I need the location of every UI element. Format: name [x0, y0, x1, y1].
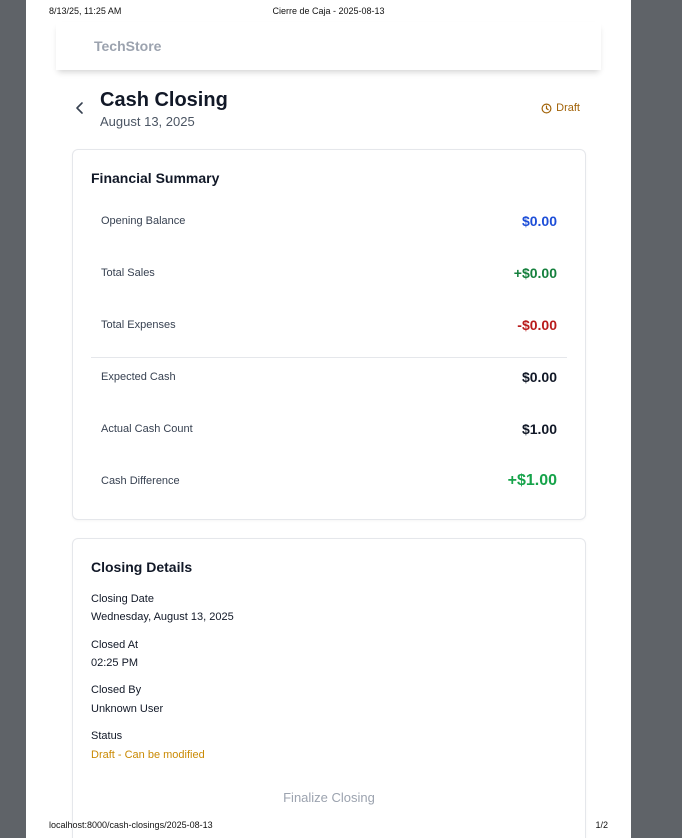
summary-row-label: Total Sales — [101, 267, 155, 279]
print-url: localhost:8000/cash-closings/2025-08-13 — [49, 820, 213, 830]
status-value: Draft - Can be modified — [91, 749, 205, 761]
navbar: TechStore — [56, 22, 601, 70]
page-subtitle-date: August 13, 2025 — [100, 114, 195, 129]
financial-summary-title: Financial Summary — [91, 170, 220, 186]
closing-date-value: Wednesday, August 13, 2025 — [91, 611, 234, 623]
closed-at-value: 02:25 PM — [91, 657, 139, 669]
page-header: Cash Closing August 13, 2025 Draft — [72, 88, 580, 132]
financial-summary-card: Financial Summary Opening Balance $0.00 … — [72, 149, 586, 520]
summary-row-cash-difference: Cash Difference +$1.00 — [93, 455, 565, 507]
status-label: Status — [91, 730, 123, 742]
print-header: 8/13/25, 11:25 AM Cierre de Caja - 2025-… — [49, 6, 608, 18]
finalize-closing-button[interactable]: Finalize Closing — [73, 790, 585, 805]
closing-details-title: Closing Details — [91, 559, 193, 575]
summary-row-actual-cash-count: Actual Cash Count $1.00 — [93, 403, 565, 455]
summary-row-expected-cash: Expected Cash $0.00 — [93, 351, 565, 403]
summary-row-value: -$0.00 — [517, 317, 557, 333]
summary-row-label: Cash Difference — [101, 475, 180, 487]
page-title: Cash Closing — [100, 89, 228, 111]
summary-row-value: $1.00 — [521, 421, 557, 437]
chevron-left-icon — [76, 102, 83, 114]
status-badge: Draft — [541, 102, 580, 114]
summary-row-label: Expected Cash — [101, 371, 176, 383]
summary-row-label: Total Expenses — [101, 319, 176, 331]
brand-logo-text[interactable]: TechStore — [94, 38, 161, 54]
summary-row-value: $0.00 — [521, 213, 557, 229]
print-page-number: 1/2 — [595, 820, 608, 830]
closing-details-card: Closing Details Closing Date Wednesday, … — [72, 538, 586, 838]
closed-by-label: Closed By — [91, 684, 142, 696]
print-footer: localhost:8000/cash-closings/2025-08-13 … — [49, 820, 608, 832]
summary-row-label: Actual Cash Count — [101, 423, 193, 435]
summary-row-total-expenses: Total Expenses -$0.00 — [93, 299, 565, 351]
print-doc-title: Cierre de Caja - 2025-08-13 — [272, 6, 385, 16]
clock-icon — [541, 103, 552, 113]
status-badge-label: Draft — [556, 102, 580, 114]
closing-date-label: Closing Date — [91, 593, 154, 605]
summary-row-opening-balance: Opening Balance $0.00 — [93, 195, 565, 247]
back-button[interactable] — [72, 98, 88, 118]
closed-at-label: Closed At — [91, 639, 139, 651]
closed-by-value: Unknown User — [91, 703, 164, 715]
summary-row-value: +$0.00 — [513, 265, 557, 281]
summary-row-label: Opening Balance — [101, 215, 186, 227]
summary-row-value: +$1.00 — [507, 472, 557, 489]
summary-row-total-sales: Total Sales +$0.00 — [93, 247, 565, 299]
summary-row-value: $0.00 — [521, 369, 557, 385]
print-page: 8/13/25, 11:25 AM Cierre de Caja - 2025-… — [26, 0, 631, 838]
